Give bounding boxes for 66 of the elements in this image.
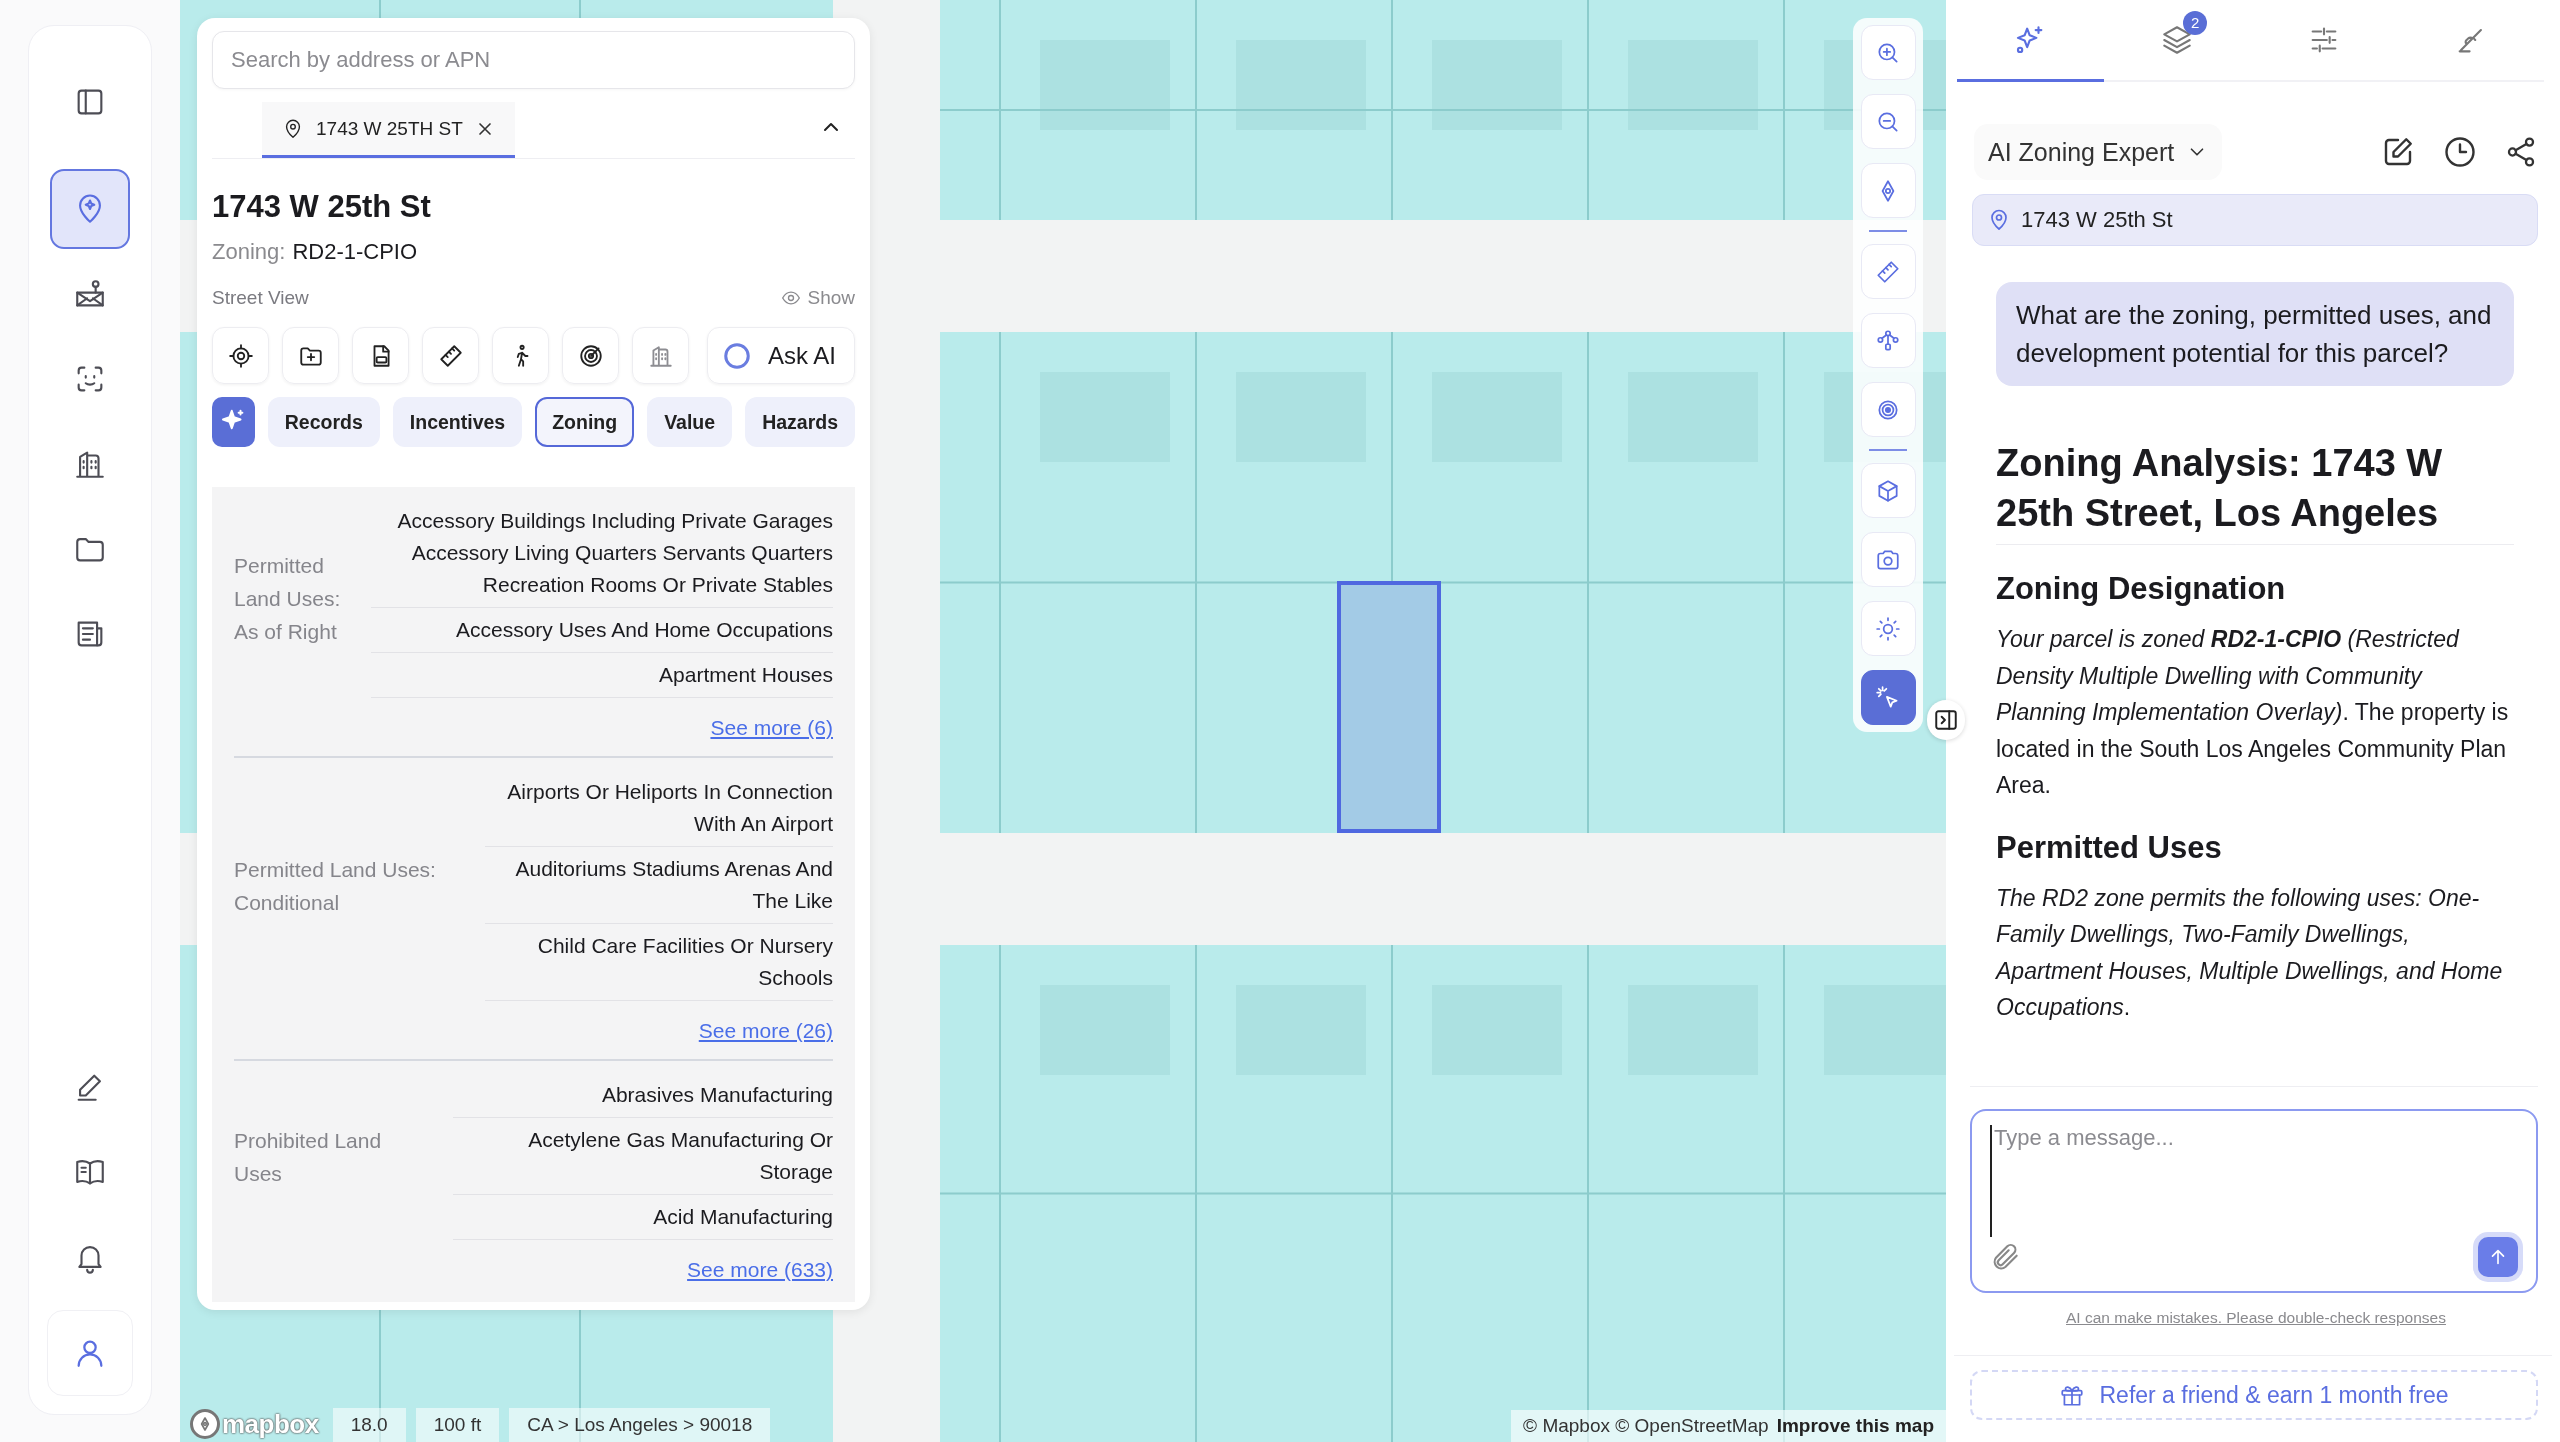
polygon-draw-icon (1875, 327, 1901, 354)
improve-map-link[interactable]: Improve this map (1776, 1415, 1934, 1437)
response-subheading: Zoning Designation (1996, 571, 2287, 607)
account-button[interactable] (47, 1310, 133, 1396)
land-use-item: Airports Or Heliports In Connection With An Airport (485, 770, 833, 847)
land-use-item: Auditoriums Stadiums Arenas And The Like (485, 847, 833, 924)
location-breadcrumb: CA > Los Angeles > 90018 (509, 1408, 771, 1442)
land-use-item: Apartment Houses (371, 653, 833, 698)
nav-item[interactable] (50, 169, 130, 249)
panel-tab[interactable]: 2 (2103, 0, 2251, 82)
map-attribution: © Mapbox © OpenStreetMap (1523, 1415, 1769, 1437)
user-message: What are the zoning, permitted uses, and development potential for this parcel? (1996, 282, 2514, 386)
search-field[interactable]: Search by address or APN (212, 31, 855, 89)
disclaimer-link[interactable]: AI can make mistakes. Please double-check responses (2066, 1309, 2446, 1326)
street-view-label: Street View (212, 287, 309, 309)
see-more-link[interactable]: See more (6) (710, 716, 833, 740)
scale-label: 100 ft (415, 1408, 500, 1442)
response-paragraph: Your parcel is zoned RD2-1-CPIO (Restricted Density Multiple Dwelling with Community Planning Implementation Overlay). The property is located in the South Los Angeles Community Plan Area. (1996, 625, 2510, 800)
category-tab[interactable]: Value (647, 397, 733, 447)
category-tab[interactable]: Zoning (535, 397, 635, 447)
tool-button[interactable] (352, 327, 409, 384)
agent-dropdown[interactable]: AI Zoning Expert (1974, 124, 2223, 180)
map-tool-button[interactable] (1860, 670, 1916, 725)
tool-button[interactable] (282, 327, 339, 384)
ruler-icon (1875, 258, 1901, 285)
zoning-value: RD2-1-CPIO (292, 239, 418, 265)
ai-button[interactable] (212, 397, 255, 447)
see-more-link[interactable]: See more (26) (698, 1019, 833, 1043)
tool-button[interactable] (492, 327, 549, 384)
mapbox-logo: mapbox (190, 1406, 323, 1442)
zoning-label: Zoning: (212, 239, 286, 265)
category-tab[interactable]: Hazards (745, 397, 855, 447)
address-text: 1743 W 25th St (2021, 207, 2173, 233)
tool-button[interactable] (212, 327, 269, 384)
land-use-category: Prohibited Land Uses (234, 1127, 383, 1187)
land-use-category: Permitted Land Uses: As of Right (234, 553, 342, 645)
message-composer[interactable]: Type a message... (1970, 1109, 2538, 1293)
referral-button[interactable]: Refer a friend & earn 1 month free (1970, 1370, 2538, 1420)
clock-icon (2442, 134, 2478, 170)
category-tab[interactable]: Records (267, 397, 380, 447)
address-tab[interactable]: 1743 W 25TH ST (262, 102, 515, 158)
response-paragraph: The RD2 zone permits the following uses: One-Family Dwellings, Two-Family Dwellings, Apartment Houses, Multiple Dwellings, and Home Occupations. (1996, 883, 2504, 1022)
response-subheading: Permitted Uses (1996, 829, 2223, 866)
category-tab[interactable]: Incentives (392, 397, 523, 447)
land-use-item: Accessory Buildings Including Private Garages Accessory Living Quarters Servants Quarters Recreation Rooms Or Private Stables (371, 499, 833, 608)
zoom-level: 18.0 (332, 1408, 406, 1442)
land-use-item: Acid Manufacturing (452, 1195, 833, 1240)
response-heading: Zoning Analysis: 1743 W 25th Street, Los Angeles (1996, 438, 2514, 545)
radar-icon (577, 342, 604, 369)
ask-ai-button[interactable]: Ask AI (706, 327, 855, 384)
ruler-icon (437, 342, 464, 369)
count-badge: 2 (2183, 10, 2208, 35)
land-use-item: Child Care Facilities Or Nursery Schools (485, 924, 833, 1001)
panel-toggle-icon (1933, 707, 1959, 733)
target-icon (227, 342, 254, 369)
land-use-item: Acetylene Gas Manufacturing Or Storage (452, 1118, 833, 1195)
land-use-item: Abrasives Manufacturing (452, 1073, 833, 1118)
tool-button[interactable] (562, 327, 619, 384)
tool-button[interactable] (422, 327, 479, 384)
sun-icon (1875, 615, 1901, 642)
history-button[interactable] (2442, 134, 2478, 170)
parcel-title: 1743 W 25th St (212, 189, 432, 225)
land-use-item: Accessory Uses And Home Occupations (371, 608, 833, 653)
land-use-category: Permitted Land Uses: Conditional (234, 856, 437, 916)
see-more-link[interactable]: See more (633) (687, 1258, 833, 1282)
ring-icon (721, 340, 752, 371)
